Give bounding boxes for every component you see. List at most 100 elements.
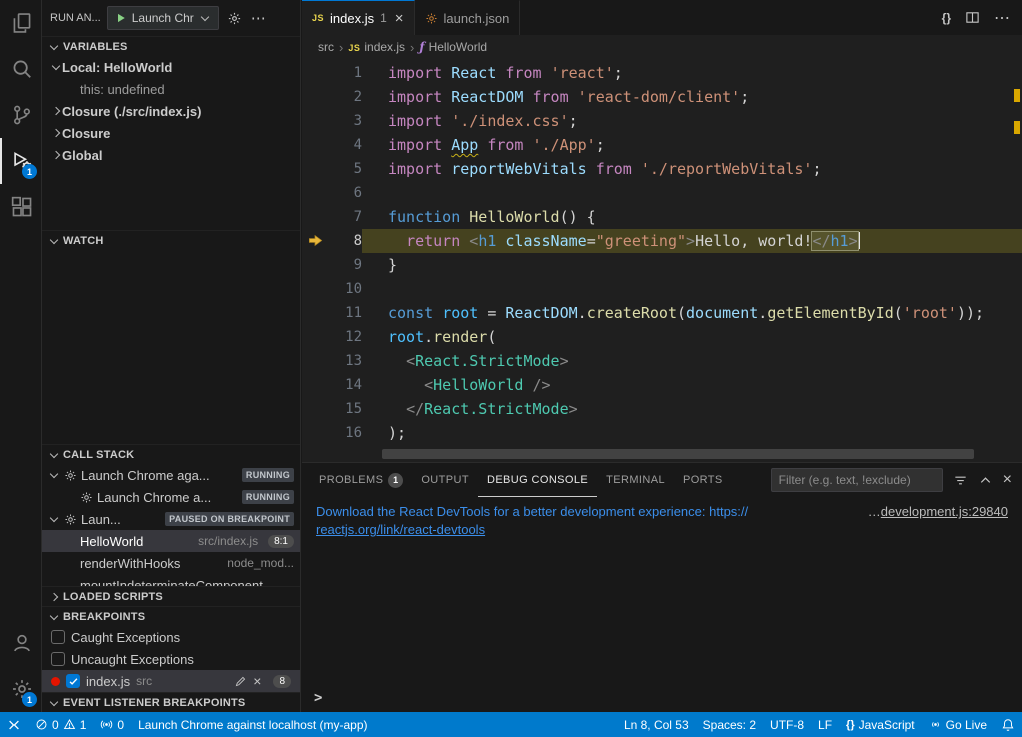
filter-options-icon[interactable] (953, 473, 968, 488)
code-line[interactable]: 10 (302, 277, 1022, 301)
ports-status[interactable]: 0 (93, 712, 131, 737)
close-icon[interactable]: × (395, 11, 404, 26)
more-actions-icon[interactable]: ⋯ (994, 8, 1010, 28)
section-header-call-stack[interactable]: CALL STACK (42, 444, 300, 464)
code-line[interactable]: 15 </React.StrictMode> (302, 397, 1022, 421)
more-actions-icon[interactable]: ⋯ (251, 9, 267, 27)
console-source-link[interactable]: …development.js:29840 (868, 503, 1008, 521)
code-line[interactable]: 13 <React.StrictMode> (302, 349, 1022, 373)
code-line[interactable]: 14 <HelloWorld /> (302, 373, 1022, 397)
close-panel-icon[interactable]: × (1003, 472, 1012, 488)
code-line[interactable]: 16); (302, 421, 1022, 445)
start-debug-icon[interactable] (115, 12, 127, 24)
indentation-status[interactable]: Spaces: 2 (696, 712, 763, 737)
checkbox[interactable] (66, 674, 80, 688)
glyph-margin (302, 253, 328, 277)
remove-breakpoint-icon[interactable]: × (253, 674, 261, 688)
breakpoint-path: src (136, 674, 152, 688)
launch-config-dropdown[interactable]: Launch Chr (107, 6, 219, 30)
panel-tab-debug-console[interactable]: DEBUG CONSOLE (478, 463, 597, 497)
code-line[interactable]: 5import reportWebVitals from './reportWe… (302, 157, 1022, 181)
line-number: 10 (328, 277, 362, 301)
section-header-loaded-scripts[interactable]: LOADED SCRIPTS (42, 586, 300, 606)
code-line[interactable]: 8 return <h1 className="greeting">Hello,… (302, 229, 1022, 253)
variable-row[interactable]: Closure (./src/index.js) (42, 100, 300, 122)
checkbox[interactable] (51, 652, 65, 666)
language-mode-status[interactable]: {} JavaScript (839, 712, 922, 737)
panel-tab-output[interactable]: OUTPUT (412, 463, 478, 497)
code-line[interactable]: 6 (302, 181, 1022, 205)
console-link[interactable]: reactjs.org/link/react-devtools (316, 521, 485, 539)
section-header-event-listener-breakpoints[interactable]: EVENT LISTENER BREAKPOINTS (42, 692, 300, 712)
section-header-watch[interactable]: WATCH (42, 230, 300, 250)
activity-run-and-debug[interactable]: 1 (0, 138, 42, 184)
code-line[interactable]: 3import './index.css'; (302, 109, 1022, 133)
variable-row[interactable]: this: undefined (42, 78, 300, 100)
panel-tab-ports[interactable]: PORTS (674, 463, 732, 497)
code-text: const root = ReactDOM.createRoot(documen… (362, 301, 1022, 325)
variable-row[interactable]: Closure (42, 122, 300, 144)
launch-config-label: Launch Chr (132, 11, 194, 25)
edit-breakpoint-icon[interactable] (234, 675, 247, 688)
editor-tab-launch.json[interactable]: launch.json (415, 0, 521, 35)
eol-status[interactable]: LF (811, 712, 839, 737)
code-lines: 1import React from 'react';2import React… (302, 61, 1022, 445)
glyph-margin (302, 61, 328, 85)
call-stack-frame[interactable]: Launch Chrome a...RUNNING (42, 486, 300, 508)
editor-tab-index.js[interactable]: JSindex.js1× (302, 0, 415, 35)
go-live-status[interactable]: Go Live (922, 712, 994, 737)
glyph-margin (302, 109, 328, 133)
radio-tower-icon (100, 718, 113, 731)
activity-accounts[interactable] (0, 620, 42, 666)
code-editor[interactable]: 1import React from 'react';2import React… (302, 59, 1022, 462)
panel-tab-terminal[interactable]: TERMINAL (597, 463, 674, 497)
breadcrumb-item-src[interactable]: src (318, 40, 334, 54)
tab-label: launch.json (444, 11, 510, 26)
code-line[interactable]: 11const root = ReactDOM.createRoot(docum… (302, 301, 1022, 325)
breadcrumb-label: HelloWorld (429, 40, 487, 54)
maximize-panel-icon[interactable] (978, 473, 993, 488)
console-filter-input[interactable] (771, 468, 943, 492)
call-stack-frame[interactable]: HelloWorldsrc/index.js8:1 (42, 530, 300, 552)
call-stack-frame[interactable]: Laun...PAUSED ON BREAKPOINT (42, 508, 300, 530)
activity-search[interactable] (0, 46, 42, 92)
notifications-bell[interactable] (994, 712, 1022, 737)
call-stack-frame[interactable]: mountIndeterminateComponent (42, 574, 300, 586)
code-line[interactable]: 1import React from 'react'; (302, 61, 1022, 85)
remote-indicator[interactable] (0, 712, 28, 737)
horizontal-scrollbar[interactable] (382, 449, 974, 459)
encoding-status[interactable]: UTF-8 (763, 712, 811, 737)
code-line[interactable]: 12root.render( (302, 325, 1022, 349)
console-input-prompt[interactable]: > (314, 690, 322, 706)
open-launch-json-gear-icon[interactable] (225, 8, 245, 28)
variable-row[interactable]: Global (42, 144, 300, 166)
breakpoint-row[interactable]: Uncaught Exceptions (42, 648, 300, 670)
breadcrumb-item-index.js[interactable]: JSindex.js (348, 40, 405, 54)
section-header-variables[interactable]: VARIABLES (42, 36, 300, 56)
activity-explorer[interactable] (0, 0, 42, 46)
call-stack-frame[interactable]: renderWithHooksnode_mod... (42, 552, 300, 574)
code-line[interactable]: 2import ReactDOM from 'react-dom/client'… (302, 85, 1022, 109)
code-line[interactable]: 4import App from './App'; (302, 133, 1022, 157)
section-header-breakpoints[interactable]: BREAKPOINTS (42, 606, 300, 626)
problems-status[interactable]: 0 1 (28, 712, 93, 737)
chevron-right-icon (50, 127, 62, 139)
section-label: WATCH (63, 235, 104, 247)
code-line[interactable]: 9} (302, 253, 1022, 277)
braces-icon[interactable]: {} (942, 11, 951, 25)
activity-source-control[interactable] (0, 92, 42, 138)
call-stack-frame[interactable]: Launch Chrome aga...RUNNING (42, 464, 300, 486)
variable-row[interactable]: Local: HelloWorld (42, 56, 300, 78)
split-editor-icon[interactable] (965, 10, 980, 25)
activity-extensions[interactable] (0, 184, 42, 230)
frame-label: Launch Chrome a... (97, 490, 211, 505)
breakpoint-row[interactable]: index.jssrc×8 (42, 670, 300, 692)
breadcrumb-item-HelloWorld[interactable]: ƒHelloWorld (419, 40, 487, 54)
debug-configuration-status[interactable]: Launch Chrome against localhost (my-app) (131, 712, 374, 737)
checkbox[interactable] (51, 630, 65, 644)
activity-settings[interactable]: 1 (0, 666, 42, 712)
cursor-position-status[interactable]: Ln 8, Col 53 (617, 712, 696, 737)
breakpoint-row[interactable]: Caught Exceptions (42, 626, 300, 648)
panel-tab-problems[interactable]: PROBLEMS1 (310, 463, 412, 497)
code-line[interactable]: 7function HelloWorld() { (302, 205, 1022, 229)
